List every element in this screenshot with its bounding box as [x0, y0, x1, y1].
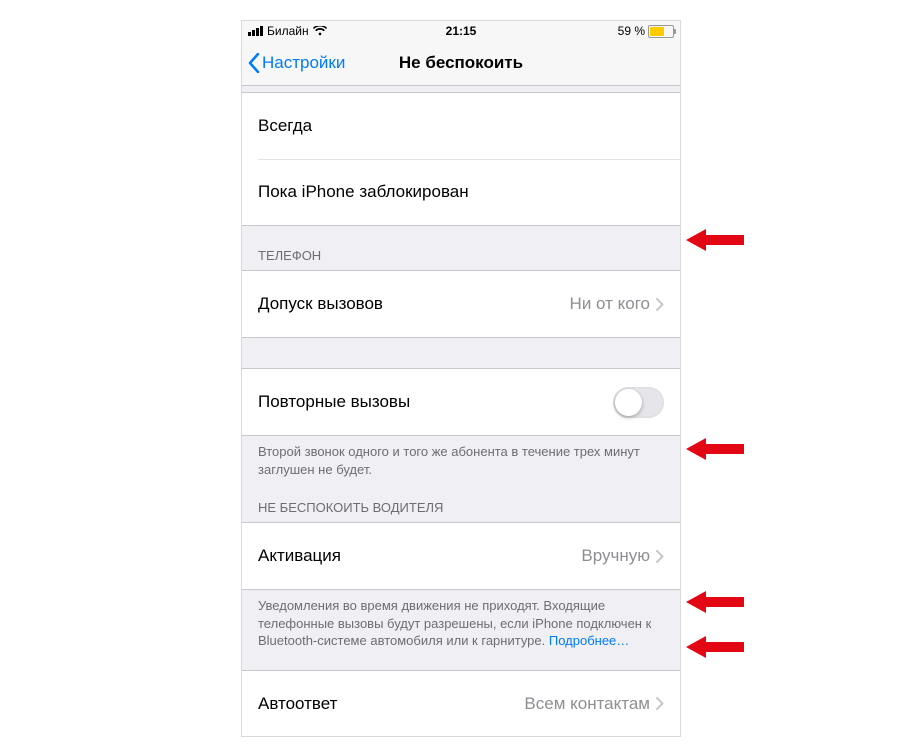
silence-locked-cell[interactable]: Пока iPhone заблокирован — [242, 159, 680, 226]
annotation-arrow — [686, 436, 744, 462]
autoreply-to-cell[interactable]: Автоответ Всем контактам — [242, 670, 680, 737]
autoreply-to-label: Автоответ — [258, 694, 524, 714]
activation-footer: Уведомления во время движения не приходя… — [242, 590, 680, 658]
nav-bar: Настройки Не беспокоить — [242, 41, 680, 86]
silence-locked-label: Пока iPhone заблокирован — [258, 182, 664, 202]
battery-pct: 59 % — [618, 24, 645, 38]
phone-frame: Билайн 21:15 59 % Настройки Не беспокоит… — [241, 20, 681, 737]
status-right: 59 % — [532, 24, 674, 38]
driving-header: НЕ БЕСПОКОИТЬ ВОДИТЕЛЯ — [242, 486, 680, 522]
activation-label: Активация — [258, 546, 581, 566]
allow-calls-value: Ни от кого — [570, 294, 650, 314]
phone-header: ТЕЛЕФОН — [242, 226, 680, 270]
back-button[interactable]: Настройки — [242, 53, 345, 73]
repeated-calls-switch[interactable] — [613, 387, 664, 418]
chevron-right-icon — [656, 298, 664, 311]
content: Всегда Пока iPhone заблокирован ТЕЛЕФОН … — [242, 86, 680, 737]
allow-calls-cell[interactable]: Допуск вызовов Ни от кого — [242, 270, 680, 338]
activation-cell[interactable]: Активация Вручную — [242, 522, 680, 590]
back-label: Настройки — [262, 53, 345, 73]
carrier-label: Билайн — [267, 24, 309, 38]
repeated-calls-footer: Второй звонок одного и того же абонента … — [242, 436, 680, 486]
silence-always-cell[interactable]: Всегда — [242, 92, 680, 159]
silence-always-label: Всегда — [258, 116, 664, 136]
annotation-arrow — [686, 227, 744, 253]
annotation-arrow — [686, 634, 744, 660]
status-left: Билайн — [248, 24, 390, 38]
signal-icon — [248, 26, 263, 36]
battery-icon — [648, 25, 674, 38]
repeated-calls-label: Повторные вызовы — [258, 392, 613, 412]
status-time: 21:15 — [390, 24, 532, 38]
chevron-right-icon — [656, 697, 664, 710]
autoreply-to-value: Всем контактам — [524, 694, 650, 714]
chevron-left-icon — [248, 53, 260, 73]
chevron-right-icon — [656, 550, 664, 563]
allow-calls-label: Допуск вызовов — [258, 294, 570, 314]
activation-value: Вручную — [581, 546, 650, 566]
repeated-calls-cell[interactable]: Повторные вызовы — [242, 368, 680, 436]
status-bar: Билайн 21:15 59 % — [242, 21, 680, 41]
learn-more-link[interactable]: Подробнее… — [549, 633, 629, 648]
wifi-icon — [313, 26, 327, 36]
annotation-arrow — [686, 589, 744, 615]
